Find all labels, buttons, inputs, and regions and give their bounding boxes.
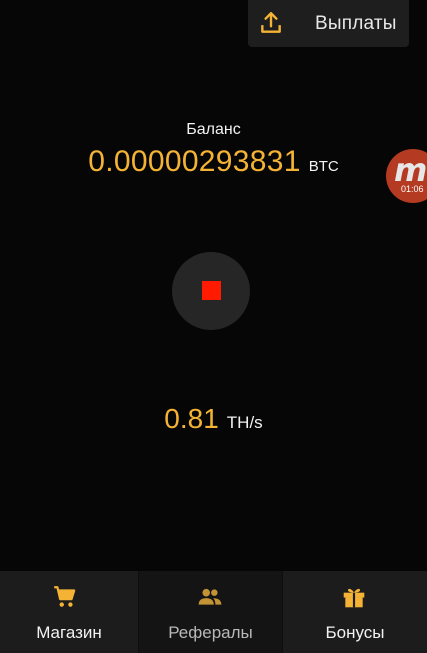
balance-display: 0.00000293831 BTC	[0, 145, 427, 179]
gift-icon	[343, 588, 365, 608]
hashrate-display: 0.81 TH/s	[0, 403, 427, 435]
stop-icon	[202, 281, 221, 300]
stop-mining-button[interactable]	[172, 252, 250, 330]
people-icon	[198, 588, 222, 605]
nav-label-shop: Магазин	[36, 623, 102, 642]
nav-label-bonuses: Бонусы	[325, 623, 385, 642]
balance-value: 0.00000293831	[88, 145, 301, 178]
balance-unit: BTC	[308, 158, 339, 175]
hashrate-unit: TH/s	[226, 413, 263, 432]
balance-label: Баланс	[186, 121, 241, 138]
bottom-navigation: Магазин Рефералы Бонусы	[0, 571, 427, 653]
upload-icon	[261, 12, 281, 33]
cart-icon	[54, 586, 76, 607]
nav-item-bonuses[interactable]: Бонусы	[283, 571, 427, 653]
nav-item-shop[interactable]: Магазин	[0, 571, 138, 653]
payout-button[interactable]: Выплаты	[248, 0, 409, 47]
payout-label: Выплаты	[315, 13, 397, 34]
nav-label-referrals: Рефералы	[168, 623, 253, 642]
hashrate-value: 0.81	[164, 403, 219, 434]
bubble-timer: 01:06	[401, 184, 424, 194]
floating-app-bubble[interactable]: m 01:06	[386, 149, 427, 203]
nav-item-referrals[interactable]: Рефералы	[138, 571, 283, 653]
mining-screen: Выплаты Баланс 0.00000293831 BTC m 01:06…	[0, 0, 427, 653]
